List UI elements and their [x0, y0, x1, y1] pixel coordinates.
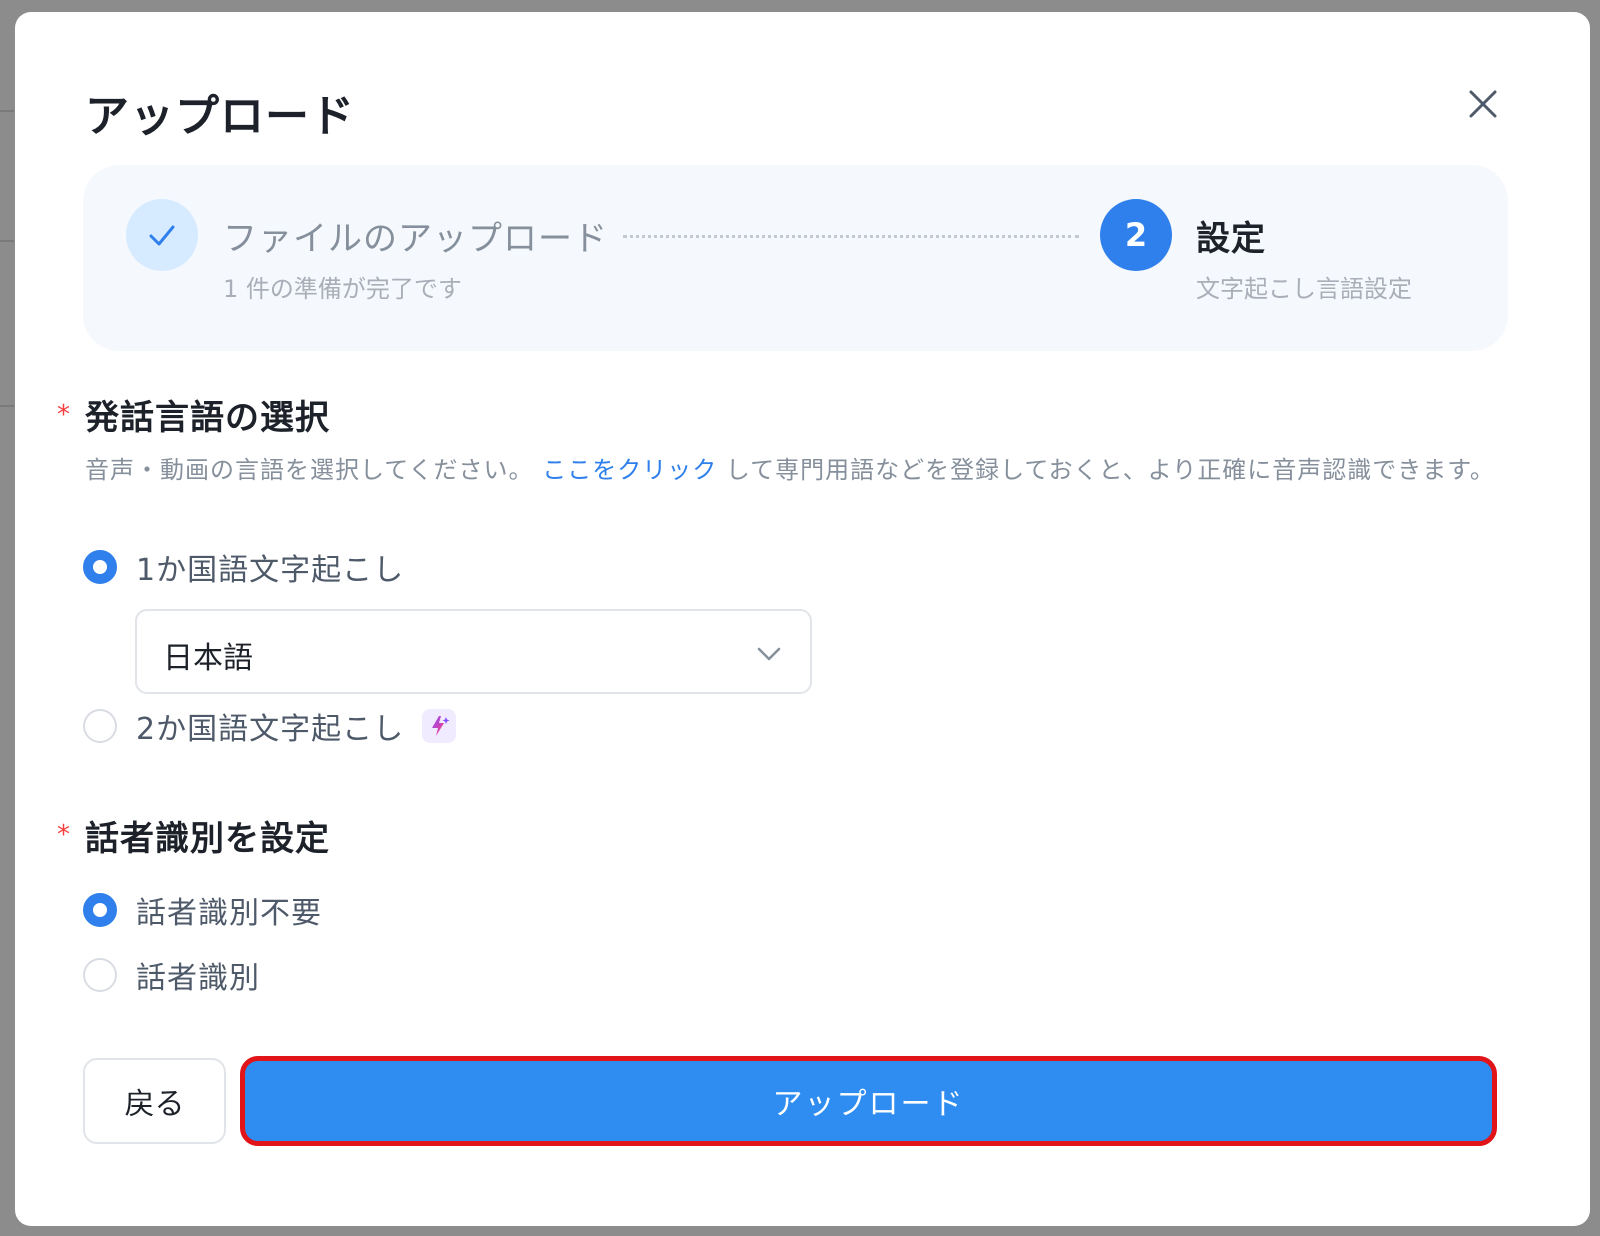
upload-modal: アップロード ファイルのアップロード 1 件の準備が完了です 2 設定 文字起こ… — [15, 12, 1590, 1226]
register-terms-link[interactable]: ここをクリック — [542, 456, 717, 484]
step-1-circle — [126, 199, 198, 271]
step-2-title: 設定 — [1196, 219, 1266, 259]
radio-monolingual[interactable]: 1か国語文字起こし — [83, 545, 404, 589]
modal-title: アップロード — [85, 91, 355, 142]
step-indicator: ファイルのアップロード 1 件の準備が完了です 2 設定 文字起こし言語設定 — [83, 165, 1508, 351]
radio-button[interactable] — [83, 893, 117, 927]
required-mark: * — [57, 400, 70, 430]
step-1-title: ファイルのアップロード — [223, 219, 608, 259]
description-text: して専門用語などを登録しておくと、より正確に音声認識できます。 — [725, 456, 1495, 484]
chevron-down-icon — [757, 647, 781, 661]
radio-label: 話者識別 — [136, 961, 260, 996]
step-divider — [623, 235, 1079, 238]
step-2-subtitle: 文字起こし言語設定 — [1196, 275, 1412, 303]
language-description: 音声・動画の言語を選択してください。 ここをクリック して専門用語などを登録して… — [85, 450, 1505, 490]
radio-label: 1か国語文字起こし — [136, 553, 405, 588]
sparkle-icon — [432, 716, 450, 736]
radio-button[interactable] — [83, 550, 117, 584]
ai-badge — [422, 709, 457, 743]
radio-bilingual[interactable]: 2か国語文字起こし — [83, 704, 457, 748]
background-fragment — [0, 240, 14, 242]
background-fragment — [0, 110, 14, 112]
speaker-section-title: 話者識別を設定 — [85, 819, 330, 859]
close-button[interactable] — [1463, 84, 1503, 124]
radio-no-speaker-id[interactable]: 話者識別不要 — [83, 888, 322, 932]
close-icon — [1469, 90, 1497, 118]
radio-button[interactable] — [83, 958, 117, 992]
language-section-title: 発話言語の選択 — [85, 398, 330, 438]
check-icon — [149, 225, 175, 246]
step-2-circle: 2 — [1100, 199, 1172, 271]
background-fragment — [0, 405, 14, 407]
back-button[interactable]: 戻る — [83, 1058, 226, 1144]
radio-label: 2か国語文字起こし — [136, 712, 405, 747]
step-1-subtitle: 1 件の準備が完了です — [223, 275, 462, 303]
radio-button[interactable] — [83, 709, 117, 743]
upload-button[interactable]: アップロード — [240, 1056, 1497, 1146]
select-value: 日本語 — [163, 641, 253, 676]
description-text: 音声・動画の言語を選択してください。 — [85, 456, 534, 484]
radio-speaker-id[interactable]: 話者識別 — [83, 953, 260, 997]
radio-label: 話者識別不要 — [136, 896, 322, 931]
language-select[interactable]: 日本語 — [135, 609, 812, 694]
required-mark: * — [57, 820, 70, 850]
